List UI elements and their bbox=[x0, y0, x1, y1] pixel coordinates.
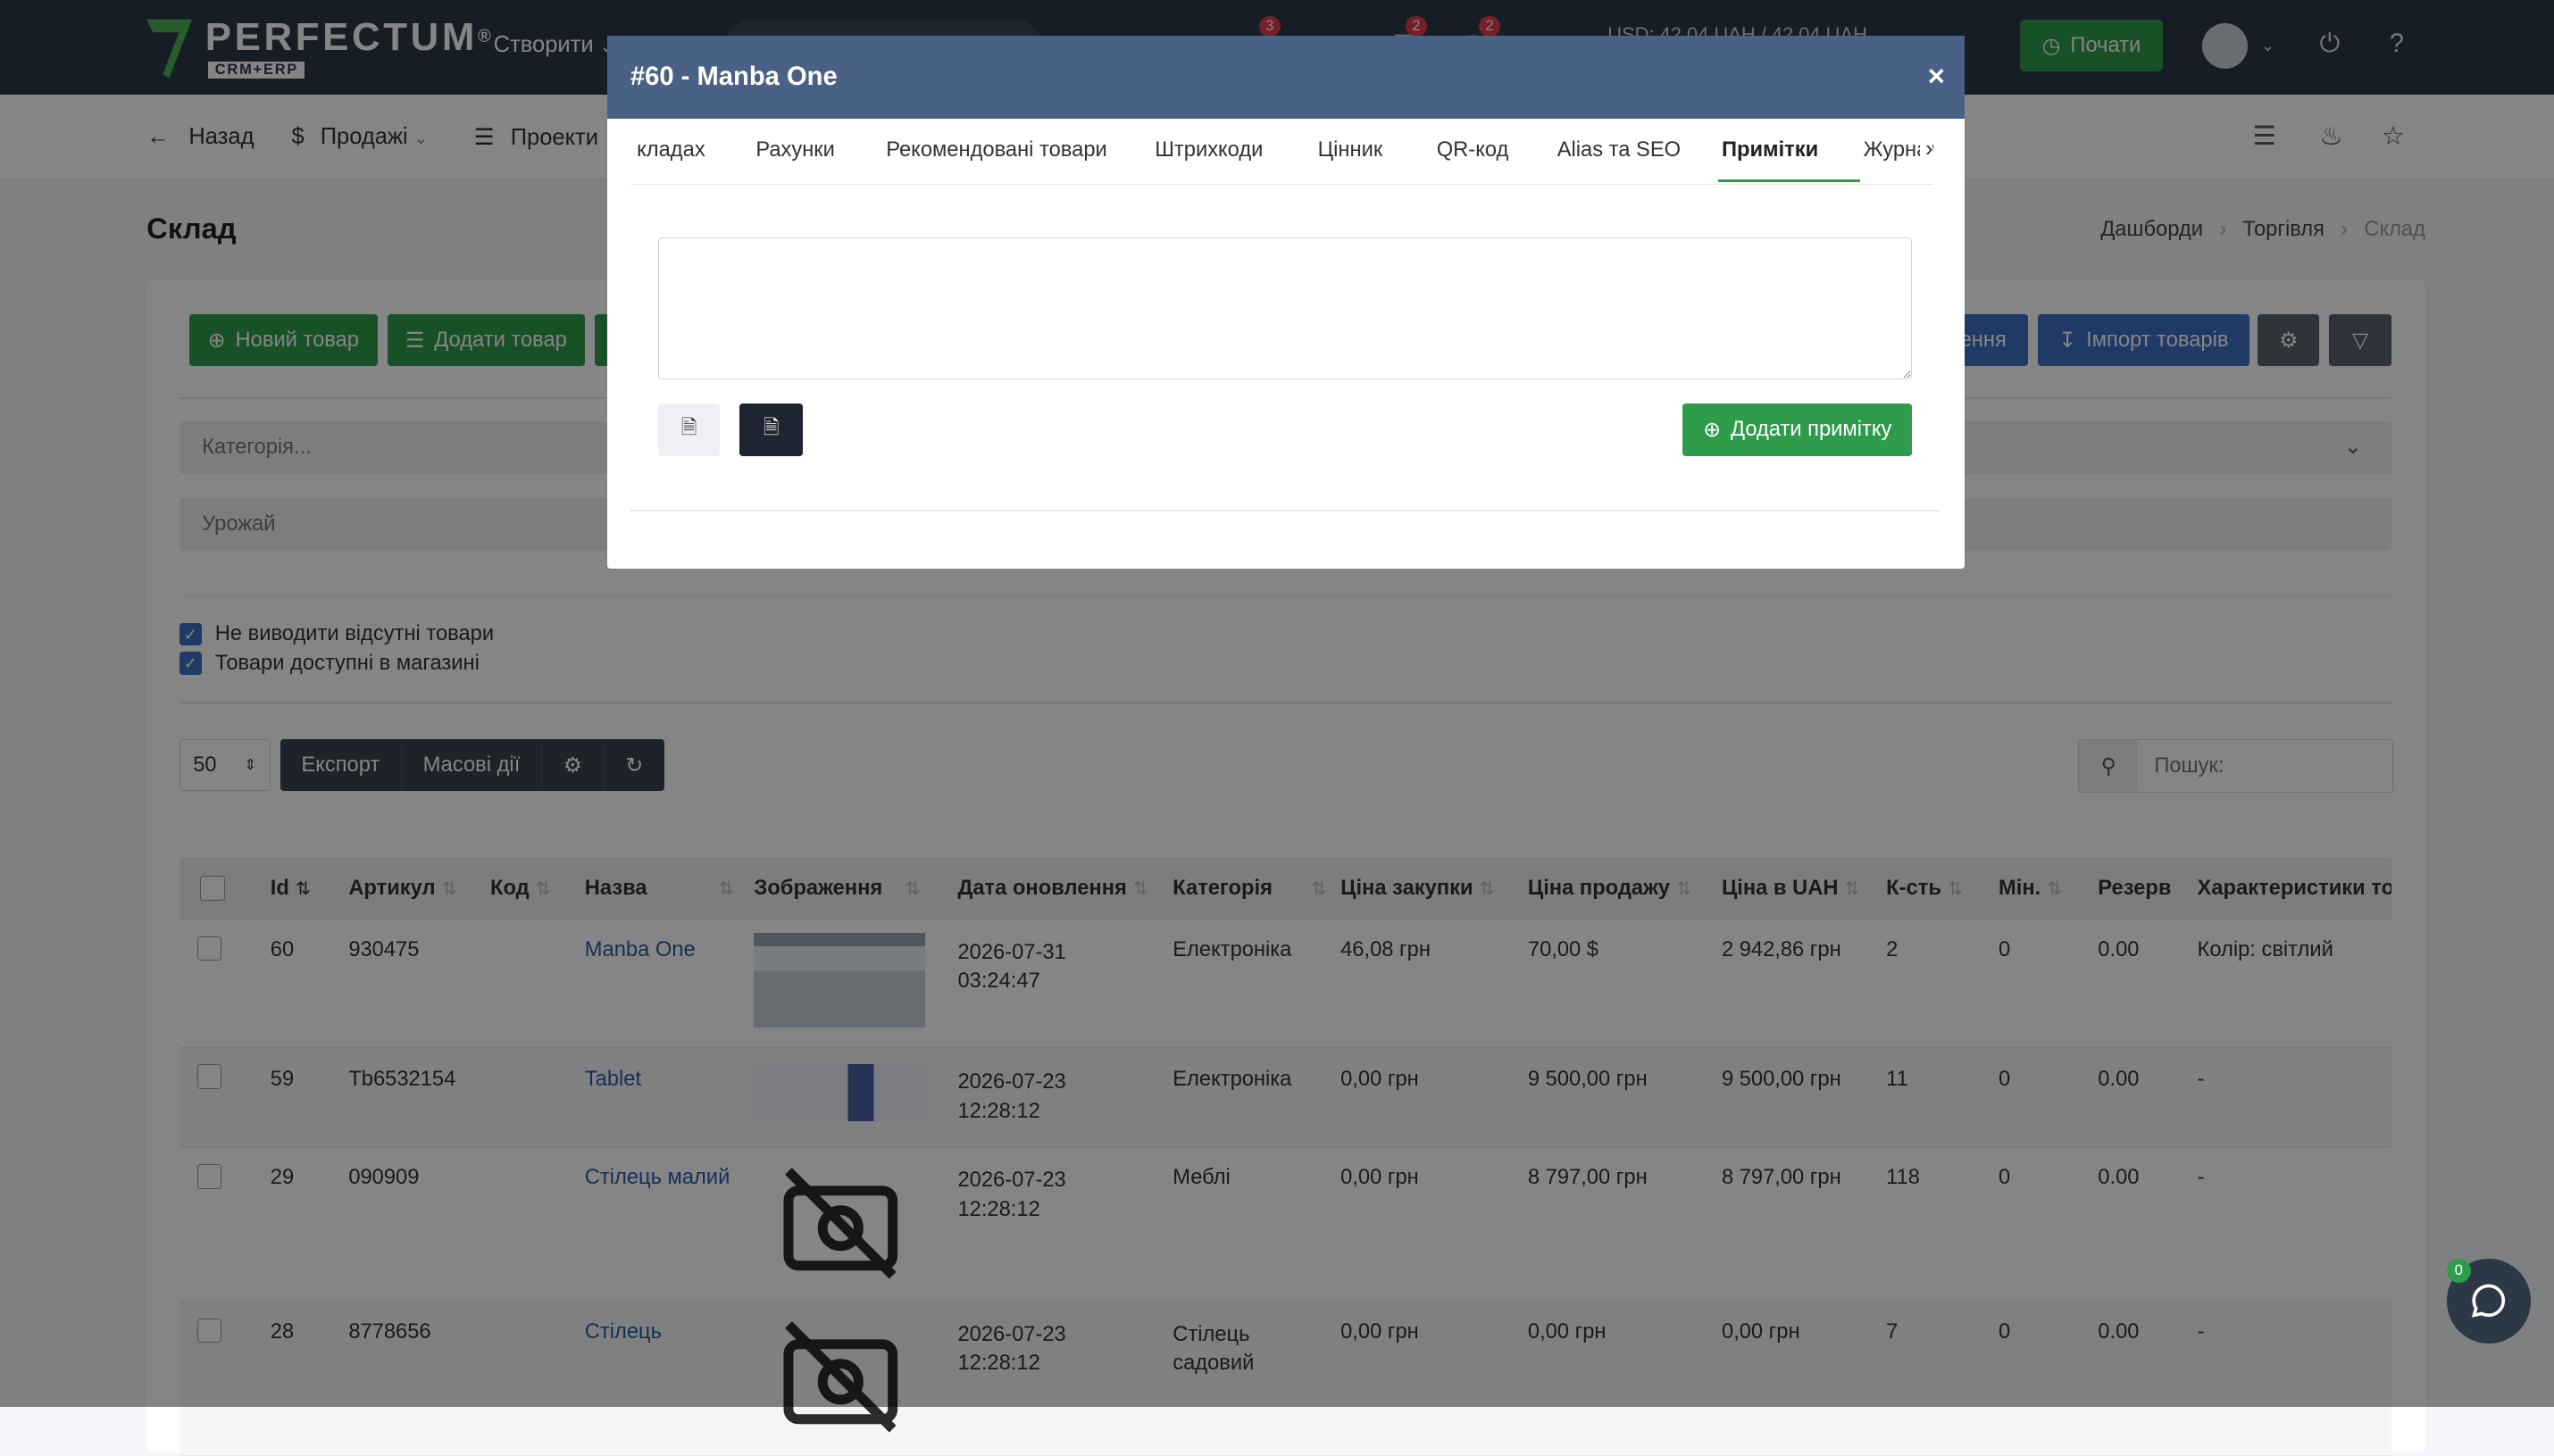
close-icon[interactable]: × bbox=[1928, 59, 1945, 93]
add-note-button[interactable]: ⊕ Додати примітку bbox=[1682, 404, 1913, 456]
tab-notes[interactable]: Примітки bbox=[1722, 138, 1818, 162]
note-textarea[interactable] bbox=[657, 237, 1913, 379]
plus-circle-icon: ⊕ bbox=[1703, 419, 1722, 443]
modal-tabs: кладах Рахунки Рекомендовані товари Штри… bbox=[630, 119, 1934, 186]
file-plus-icon: 🗎 bbox=[680, 416, 697, 439]
tab-invoices[interactable]: Рахунки bbox=[755, 138, 835, 162]
tab-recommended[interactable]: Рекомендовані товари bbox=[886, 138, 1107, 162]
add-note-label: Додати примітку bbox=[1731, 418, 1892, 442]
modal-header: #60 - Manba One bbox=[607, 36, 1965, 120]
modal-title: #60 - Manba One bbox=[630, 62, 838, 92]
tab-alias-seo[interactable]: Alias та SEO bbox=[1557, 138, 1681, 162]
tab-warehouses[interactable]: кладах bbox=[637, 138, 705, 162]
chat-badge: 0 bbox=[2446, 1258, 2471, 1284]
active-tab-indicator bbox=[1718, 179, 1860, 183]
product-modal: #60 - Manba One × кладах Рахунки Рекомен… bbox=[607, 36, 1965, 569]
attach-document-button[interactable]: 🗎 bbox=[739, 404, 804, 456]
tab-barcodes[interactable]: Штрихкоди bbox=[1155, 138, 1263, 162]
tab-qr-code[interactable]: QR-код bbox=[1437, 138, 1509, 162]
modal-divider bbox=[630, 509, 1941, 512]
tab-price-tag[interactable]: Цінник bbox=[1318, 138, 1383, 162]
attach-file-button[interactable]: 🗎 bbox=[657, 404, 721, 456]
chat-icon bbox=[2472, 1285, 2506, 1319]
chevron-right-icon[interactable]: › bbox=[1920, 137, 1933, 163]
file-plus-icon: 🗎 bbox=[763, 416, 780, 439]
